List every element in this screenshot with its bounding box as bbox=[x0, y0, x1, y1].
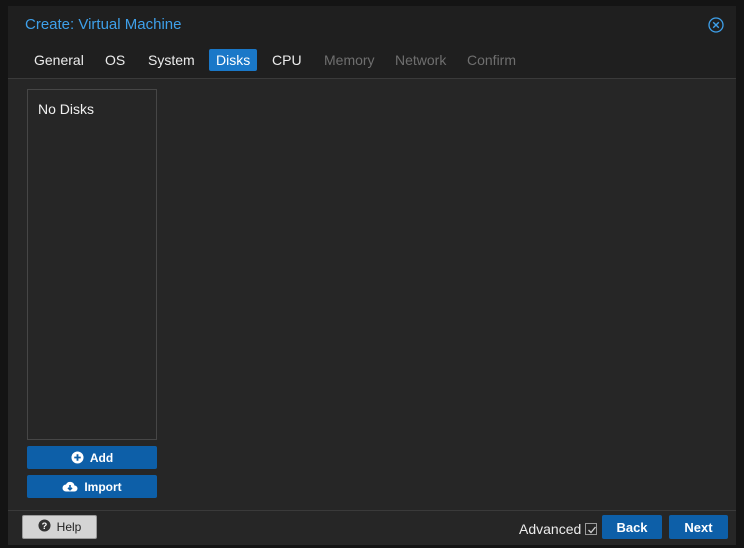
disk-list[interactable]: No Disks bbox=[27, 89, 157, 440]
svg-text:?: ? bbox=[41, 521, 47, 531]
wizard-tabs: General OS System Disks CPU Memory Netwo… bbox=[8, 42, 736, 79]
tab-cpu[interactable]: CPU bbox=[265, 49, 309, 71]
dialog-title: Create: Virtual Machine bbox=[25, 16, 182, 33]
next-button-label: Next bbox=[684, 519, 713, 535]
cloud-download-icon bbox=[62, 480, 78, 493]
no-disks-text: No Disks bbox=[38, 101, 95, 117]
add-button-label: Add bbox=[89, 450, 114, 465]
back-button[interactable]: Back bbox=[602, 515, 662, 539]
advanced-label: Advanced bbox=[519, 521, 582, 537]
tab-network: Network bbox=[395, 52, 447, 68]
help-button-label: Help bbox=[56, 520, 82, 534]
tab-memory: Memory bbox=[324, 52, 375, 68]
advanced-checkbox[interactable] bbox=[585, 523, 598, 535]
help-button[interactable]: ? Help bbox=[22, 515, 97, 539]
plus-circle-icon bbox=[71, 451, 84, 464]
tab-os[interactable]: OS bbox=[98, 49, 132, 71]
question-circle-icon: ? bbox=[38, 519, 51, 535]
back-button-label: Back bbox=[616, 519, 648, 535]
close-icon[interactable] bbox=[708, 17, 724, 33]
add-disk-button[interactable]: Add bbox=[27, 446, 157, 469]
tab-confirm: Confirm bbox=[467, 52, 517, 68]
next-button[interactable]: Next bbox=[669, 515, 728, 539]
dialog-titlebar: Create: Virtual Machine bbox=[8, 6, 736, 42]
import-disk-button[interactable]: Import bbox=[27, 475, 157, 498]
import-button-label: Import bbox=[84, 479, 122, 494]
tab-general[interactable]: General bbox=[27, 49, 91, 71]
tab-disks[interactable]: Disks bbox=[209, 49, 258, 71]
create-vm-dialog: Create: Virtual Machine General OS Syste… bbox=[8, 6, 736, 545]
advanced-option: Advanced bbox=[519, 521, 598, 537]
tab-system[interactable]: System bbox=[141, 49, 202, 71]
